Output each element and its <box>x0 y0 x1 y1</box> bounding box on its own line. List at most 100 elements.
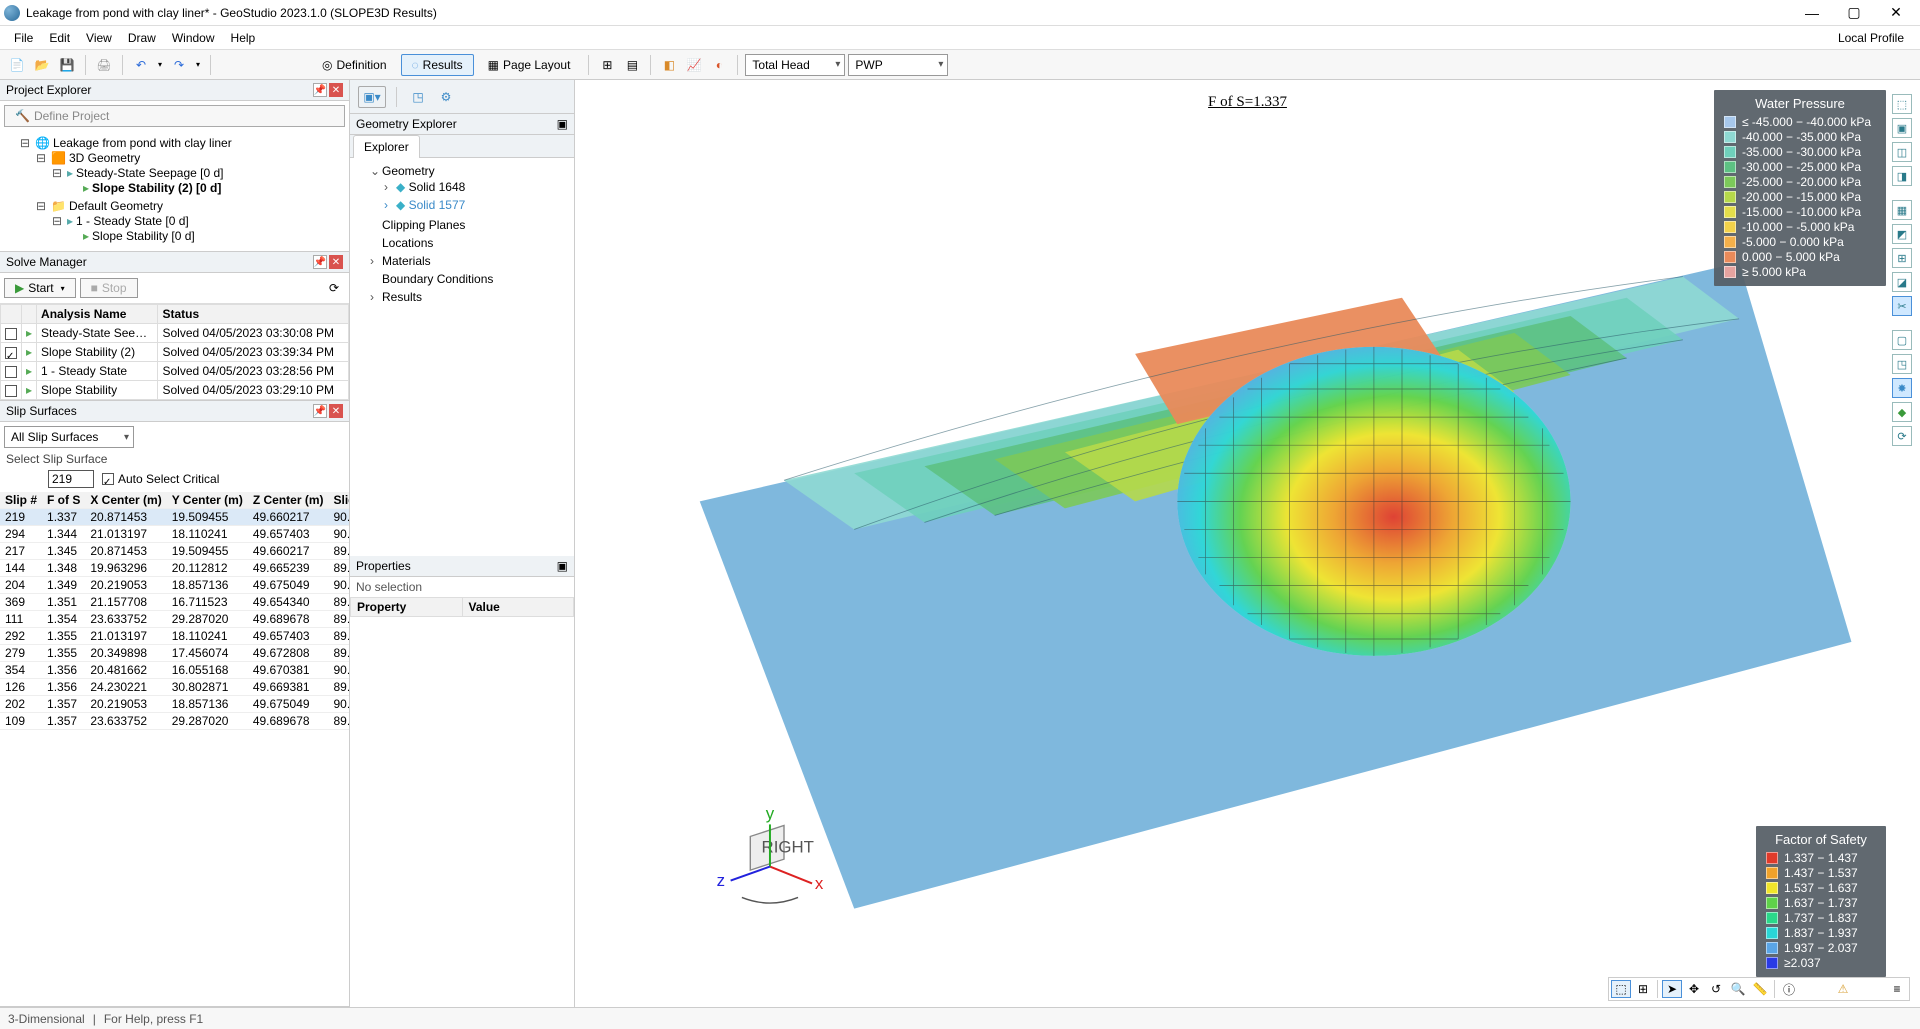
slip-row[interactable]: 2941.34421.01319718.11024149.65740390.03 <box>0 526 349 543</box>
geo-solid-1577[interactable]: Solid 1577 <box>409 198 466 212</box>
vp-info-icon[interactable]: ⓘ <box>1779 980 1799 998</box>
start-button[interactable]: ▶Start▾ <box>4 278 76 298</box>
new-file-icon[interactable]: 📄 <box>6 54 28 76</box>
slip-col-header[interactable]: X Center (m) <box>85 492 166 509</box>
slip-col-header[interactable]: Z Center (m) <box>248 492 329 509</box>
solve-row[interactable]: ▸Slope Stability (2)Solved 04/05/2023 03… <box>1 343 349 362</box>
explorer-tab[interactable]: Explorer <box>353 135 420 158</box>
slip-number-input[interactable] <box>48 470 94 488</box>
slip-col-header[interactable]: Slide Dir (°) <box>329 492 350 509</box>
slip-row[interactable]: 3691.35121.15770816.71152349.65434089.98… <box>0 594 349 611</box>
maximize-button[interactable]: ▢ <box>1834 1 1874 25</box>
viewport-canvas[interactable]: RIGHT x y z F of S=1.337 Water Pressure … <box>575 80 1920 1007</box>
slip-row[interactable]: 2921.35521.01319718.11024149.65740389.98… <box>0 628 349 645</box>
tree-root[interactable]: Leakage from pond with clay liner <box>53 136 232 150</box>
expand-icon[interactable]: ⌄ <box>370 164 382 178</box>
geo-clipping[interactable]: Clipping Planes <box>382 218 465 232</box>
slip-row[interactable]: 2171.34520.87145319.50945549.66021789.97 <box>0 543 349 560</box>
close-panel-icon[interactable]: ✕ <box>329 255 343 269</box>
vp-select-icon[interactable]: ➤ <box>1662 980 1682 998</box>
view-shaded-icon[interactable]: ◩ <box>1892 224 1912 244</box>
geo-boundary[interactable]: Boundary Conditions <box>382 272 493 286</box>
vp-warning-icon[interactable]: ⚠ <box>1833 980 1853 998</box>
close-panel-icon[interactable]: ✕ <box>329 83 343 97</box>
vp-zoom-icon[interactable]: 🔍 <box>1728 980 1748 998</box>
slip-row[interactable]: 3541.35620.48166216.05516849.67038190.06… <box>0 662 349 679</box>
expand-icon[interactable]: ⊟ <box>20 136 32 150</box>
analysis-checkbox[interactable] <box>5 385 17 397</box>
menu-window[interactable]: Window <box>164 29 223 47</box>
expand-icon[interactable]: › <box>384 198 396 212</box>
vp-pan-icon[interactable]: ✥ <box>1684 980 1704 998</box>
analysis-checkbox[interactable] <box>5 366 17 378</box>
slip-row[interactable]: 2791.35520.34989817.45607449.67280889.99… <box>0 645 349 662</box>
solve-row[interactable]: ▸1 - Steady StateSolved 04/05/2023 03:28… <box>1 362 349 381</box>
solve-row[interactable]: ▸Slope StabilitySolved 04/05/2023 03:29:… <box>1 381 349 400</box>
slip-row[interactable]: 1091.35723.63375229.28702049.68967889.98… <box>0 713 349 730</box>
analysis-checkbox[interactable] <box>5 328 17 340</box>
view-front-icon[interactable]: ◫ <box>1892 142 1912 162</box>
view-hidden-icon[interactable]: ◪ <box>1892 272 1912 292</box>
expand-icon[interactable]: › <box>384 180 396 194</box>
tree-3d-geometry[interactable]: 3D Geometry <box>69 151 140 165</box>
expand-icon[interactable]: ⊟ <box>52 214 64 228</box>
view-iso-icon[interactable]: ⬚ <box>1892 94 1912 114</box>
view-box-icon[interactable]: ▢ <box>1892 330 1912 350</box>
geo-geometry[interactable]: Geometry <box>382 164 435 178</box>
expand-icon[interactable]: ⊟ <box>36 199 48 213</box>
view-clip-icon[interactable]: ✂ <box>1892 296 1912 316</box>
view-mesh-icon[interactable]: ⊞ <box>1892 248 1912 268</box>
print-icon[interactable]: 🖨 <box>93 54 115 76</box>
geo-materials[interactable]: Materials <box>382 254 431 268</box>
vp-grid-icon[interactable]: ⊞ <box>1633 980 1653 998</box>
open-file-icon[interactable]: 📂 <box>31 54 53 76</box>
slip-row[interactable]: 2041.34920.21905318.85713649.67504990.00… <box>0 577 349 594</box>
view-wireframe-icon[interactable]: ▦ <box>1892 200 1912 220</box>
slip-row[interactable]: 1111.35423.63375229.28702049.68967889.99… <box>0 611 349 628</box>
cube-wireframe-icon[interactable]: ◳ <box>407 86 429 108</box>
geo-solid-1648[interactable]: Solid 1648 <box>409 180 466 194</box>
tree-default-geometry[interactable]: Default Geometry <box>69 199 163 213</box>
geo-results[interactable]: Results <box>382 290 422 304</box>
tool-icon-1[interactable]: ⊞ <box>596 54 618 76</box>
menu-edit[interactable]: Edit <box>41 29 78 47</box>
stop-button[interactable]: ■Stop <box>80 278 138 298</box>
pin-icon[interactable]: 📌 <box>313 83 327 97</box>
slip-table[interactable]: Slip #F of SX Center (m)Y Center (m)Z Ce… <box>0 492 349 730</box>
auto-select-checkbox[interactable]: Auto Select Critical <box>102 472 219 486</box>
tree-steady-state-1[interactable]: 1 - Steady State [0 d] <box>76 214 189 228</box>
tree-ss-seepage[interactable]: Steady-State Seepage [0 d] <box>76 166 223 180</box>
page-layout-mode-button[interactable]: ▦ Page Layout <box>477 54 582 76</box>
slip-row[interactable]: 1441.34819.96329620.11281249.66523989.99 <box>0 560 349 577</box>
gear-icon[interactable]: ⚙ <box>435 86 457 108</box>
analysis-checkbox[interactable] <box>5 347 17 359</box>
slip-row[interactable]: 2021.35720.21905318.85713649.67504990.02… <box>0 696 349 713</box>
view-refresh-icon[interactable]: ⟳ <box>1892 426 1912 446</box>
vp-rotate-icon[interactable]: ↺ <box>1706 980 1726 998</box>
pin-icon[interactable]: 📌 <box>313 255 327 269</box>
dock-icon[interactable]: ▣ <box>557 117 568 131</box>
define-project-button[interactable]: 🔨 Define Project <box>4 105 345 127</box>
save-file-icon[interactable]: 💾 <box>56 54 78 76</box>
solve-row[interactable]: ▸Steady-State See…Solved 04/05/2023 03:3… <box>1 324 349 343</box>
view-top-icon[interactable]: ▣ <box>1892 118 1912 138</box>
refresh-icon[interactable]: ⟳ <box>323 277 345 299</box>
minimize-button[interactable]: — <box>1792 1 1832 25</box>
expand-icon[interactable]: ⊟ <box>52 166 64 180</box>
profile-label[interactable]: Local Profile <box>1838 31 1914 45</box>
undo-dropdown-icon[interactable]: ▾ <box>155 54 165 76</box>
view-green-icon[interactable]: ◆ <box>1892 402 1912 422</box>
select-cube-icon[interactable]: ▣▾ <box>358 86 386 108</box>
menu-file[interactable]: File <box>6 29 41 47</box>
expand-icon[interactable]: › <box>370 254 382 268</box>
close-button[interactable]: ✕ <box>1876 1 1916 25</box>
menu-help[interactable]: Help <box>223 29 264 47</box>
view-light-icon[interactable]: ✸ <box>1892 378 1912 398</box>
tool-icon-4[interactable]: 📈 <box>683 54 705 76</box>
slip-col-header[interactable]: Y Center (m) <box>167 492 248 509</box>
redo-icon[interactable]: ↷ <box>168 54 190 76</box>
slip-col-header[interactable]: Slip # <box>0 492 42 509</box>
undo-icon[interactable]: ↶ <box>130 54 152 76</box>
view-cube-icon[interactable]: ◳ <box>1892 354 1912 374</box>
geo-locations[interactable]: Locations <box>382 236 433 250</box>
